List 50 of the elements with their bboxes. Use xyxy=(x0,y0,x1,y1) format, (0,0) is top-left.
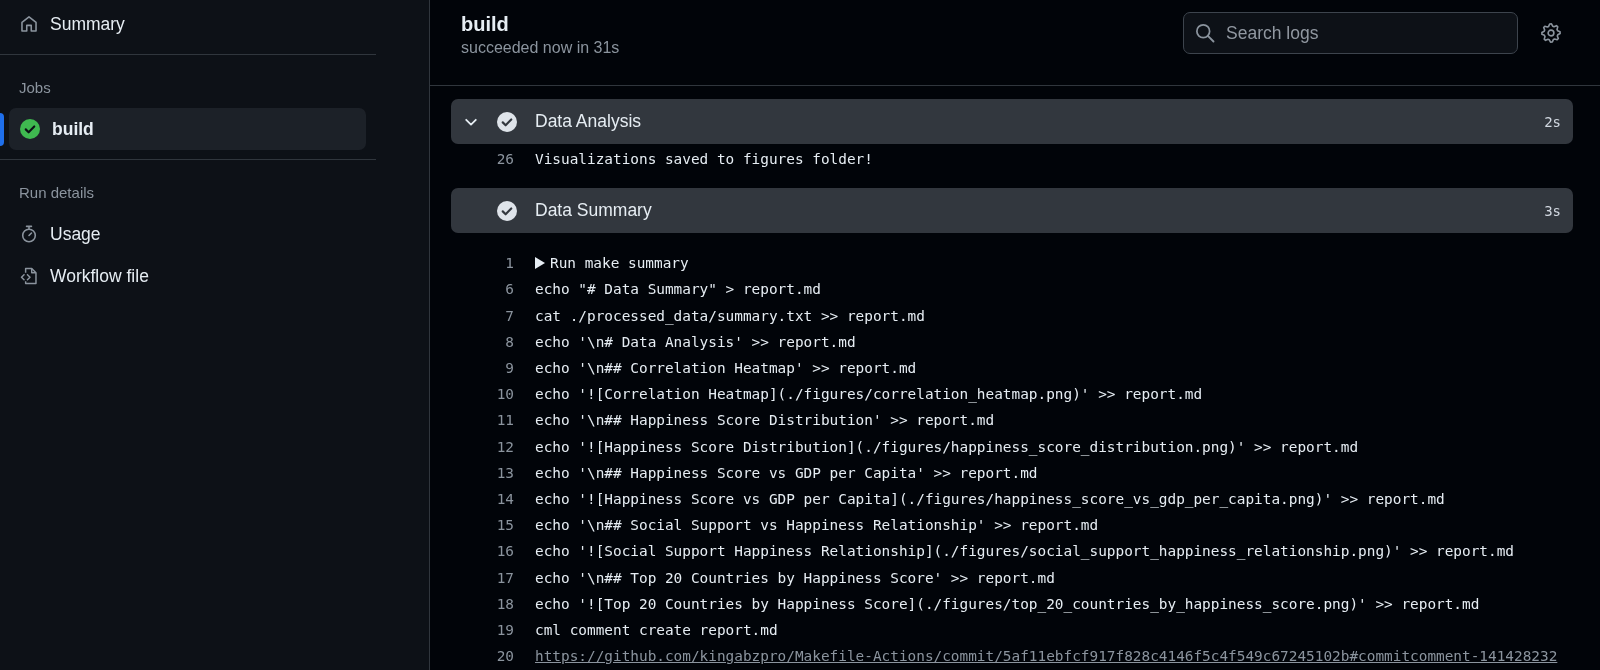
log-text: cat ./processed_data/summary.txt >> report.md xyxy=(535,307,925,324)
line-number: 12 xyxy=(495,438,514,455)
line-number: 6 xyxy=(504,281,514,298)
line-number: 20 xyxy=(495,648,514,665)
log-group-toggle[interactable]: Run make summary xyxy=(550,255,689,272)
sidebar-item[interactable]: Usage xyxy=(9,213,366,255)
section-heading: Run details xyxy=(18,183,96,203)
line-number: 13 xyxy=(495,464,514,481)
log-text: Visualizations saved to figures folder! xyxy=(535,151,873,168)
line-number: 14 xyxy=(495,490,514,507)
log-text: echo '\n## Top 20 Countries by Happiness Score' >> report.md xyxy=(535,569,1055,586)
line-number: 19 xyxy=(495,621,514,638)
log-text: echo '![Correlation Heatmap](./figures/correlation_heatmap.png)' >> report.md xyxy=(535,386,1203,403)
log-text: echo "# Data Summary" > report.md xyxy=(535,281,821,298)
home-icon xyxy=(20,15,38,33)
log-text: echo '![Happiness Score Distribution](./figures/happiness_score_distribution.png)' >> report.md xyxy=(535,438,1359,455)
sidebar-item[interactable]: Workflow file xyxy=(9,255,366,297)
line-number: 7 xyxy=(504,307,514,324)
line-number: 26 xyxy=(495,151,514,168)
line-number: 10 xyxy=(495,386,514,403)
file-code-icon xyxy=(20,267,38,285)
log-text: echo '\n## Happiness Score vs GDP per Capita' >> report.md xyxy=(535,464,1038,481)
log-text: echo '![Social Support Happiness Relationship](./figures/social_support_happiness_relationship.png)' >> report.md xyxy=(535,543,1515,560)
log-text: echo '![Top 20 Countries by Happiness Score](./figures/top_20_countries_by_happiness_score.png)' >> report.md xyxy=(535,595,1480,612)
sidebar-item[interactable]: build xyxy=(9,108,366,150)
log-text: echo '\n## Happiness Score Distribution' >> report.md xyxy=(535,412,995,429)
log-text: echo '![Happiness Score vs GDP per Capita](./figures/happiness_score_vs_gdp_per_capita.png)' >> report.md xyxy=(535,490,1445,507)
search-field[interactable]: Search logs xyxy=(1183,12,1518,54)
line-number: 15 xyxy=(495,517,514,534)
log-link[interactable]: https://github.com/kingabzpro/Makefile-Actions/commit/5af11ebfcf917f828c4146f5c4f549c67245102b#commitcomment-141428232 xyxy=(535,648,1558,665)
job-title: build xyxy=(461,12,510,37)
line-number: 18 xyxy=(495,595,514,612)
step-header[interactable]: Data Summary 3s xyxy=(451,188,1573,234)
step-header[interactable]: Data Analysis 2s xyxy=(451,99,1573,144)
sidebar-item[interactable]: Summary xyxy=(9,3,366,45)
line-number: 11 xyxy=(495,412,514,429)
stopwatch-icon xyxy=(20,225,38,243)
line-number: 9 xyxy=(504,360,514,377)
log-text: cml comment create report.md xyxy=(535,621,778,638)
log-text: echo '\n## Social Support vs Happiness Relationship' >> report.md xyxy=(535,517,1099,534)
line-number: 17 xyxy=(495,569,514,586)
line-number: 1 xyxy=(504,255,514,272)
job-status-text: succeeded now in 31s xyxy=(461,38,620,58)
log-text: echo '\n## Correlation Heatmap' >> report.md xyxy=(535,360,917,377)
line-number: 8 xyxy=(504,333,514,350)
settings-icon xyxy=(1541,23,1561,43)
section-heading: Jobs xyxy=(18,78,52,98)
log-text: echo '\n# Data Analysis' >> report.md xyxy=(535,333,856,350)
line-number: 16 xyxy=(495,543,514,560)
search-icon xyxy=(1195,23,1215,43)
